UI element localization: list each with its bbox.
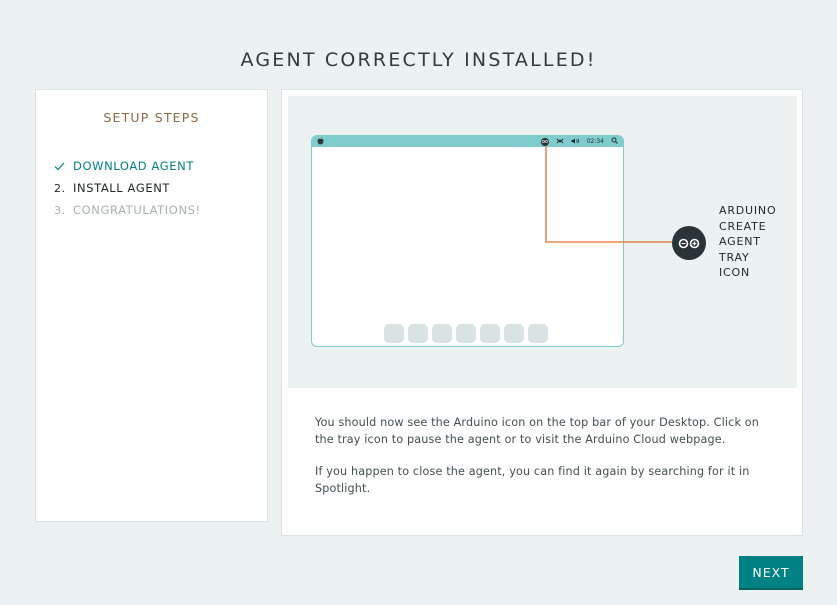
dock-app-placeholder	[384, 324, 404, 343]
callout-line: TRAY	[719, 250, 750, 264]
main-panel: 02:34 ARDUINO CREATE AGENT TRAY ICON You…	[281, 89, 803, 536]
arduino-tray-icon-large	[672, 226, 706, 260]
instructions-paragraph: If you happen to close the agent, you ca…	[315, 465, 750, 495]
page-title: AGENT CORRECTLY INSTALLED!	[240, 48, 597, 71]
instructions-paragraph: You should now see the Arduino icon on t…	[315, 416, 760, 446]
instructions-text: You should now see the Arduino icon on t…	[315, 415, 775, 513]
callout-line: ARDUINO	[719, 204, 777, 217]
tray-illustration: 02:34 ARDUINO CREATE AGENT TRAY ICON	[288, 96, 797, 388]
steps-list: DOWNLOAD AGENT 2. INSTALL AGENT 3. CONGR…	[36, 155, 267, 221]
callout-line: CREATE	[719, 219, 767, 233]
step-label: INSTALL AGENT	[73, 181, 171, 195]
check-icon	[54, 162, 73, 171]
callout-line: AGENT	[719, 235, 761, 248]
step-label: CONGRATULATIONS!	[73, 203, 201, 217]
step-number: 3.	[54, 203, 66, 217]
step-congratulations: 3. CONGRATULATIONS!	[54, 199, 267, 221]
mock-dock	[384, 324, 548, 343]
step-install-agent: 2. INSTALL AGENT	[54, 177, 267, 199]
menubar-clock: 02:34	[586, 138, 604, 145]
dock-app-placeholder	[408, 324, 428, 343]
mock-menu-bar: 02:34	[312, 136, 623, 147]
dock-app-placeholder	[432, 324, 452, 343]
desktop-mockup: 02:34	[311, 135, 624, 347]
tray-icon-callout-label: ARDUINO CREATE AGENT TRAY ICON	[719, 203, 789, 281]
search-icon	[611, 137, 618, 146]
dock-app-placeholder	[528, 324, 548, 343]
dock-app-placeholder	[504, 324, 524, 343]
bluetooth-icon	[556, 138, 564, 146]
dock-app-placeholder	[480, 324, 500, 343]
volume-icon	[571, 138, 580, 146]
sidebar-title: SETUP STEPS	[103, 110, 200, 125]
arduino-tray-icon	[540, 137, 549, 146]
apple-icon	[317, 137, 324, 147]
step-download-agent: DOWNLOAD AGENT	[54, 155, 267, 177]
setup-page: AGENT CORRECTLY INSTALLED! SETUP STEPS D…	[0, 0, 837, 605]
setup-steps-sidebar: SETUP STEPS DOWNLOAD AGENT 2. INSTALL AG…	[35, 89, 268, 522]
mock-tray-area: 02:34	[540, 136, 618, 147]
callout-line: ICON	[719, 266, 751, 279]
next-button[interactable]: NEXT	[739, 556, 803, 588]
dock-app-placeholder	[456, 324, 476, 343]
step-number: 2.	[54, 181, 66, 195]
step-label: DOWNLOAD AGENT	[73, 159, 194, 173]
